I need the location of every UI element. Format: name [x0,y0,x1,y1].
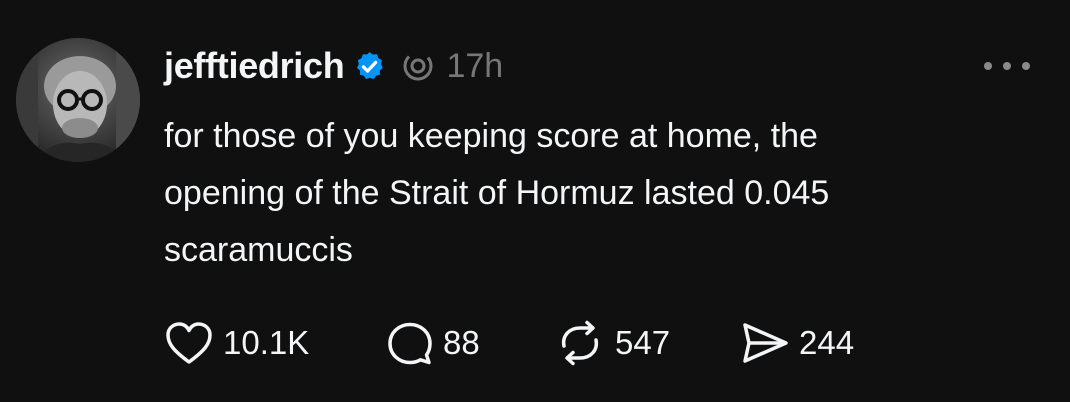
timestamp: 17h [446,46,504,85]
post-text-line: scaramuccis [164,231,353,269]
post-header: jefftiedrich 17h [164,42,503,90]
post-text-line: opening of the Strait of Hormuz lasted 0… [164,174,830,212]
avatar-image [16,38,140,162]
avatar[interactable] [16,38,140,162]
like-button[interactable]: 10.1K [164,320,386,366]
action-bar: 10.1K 88 547 244 [164,318,890,368]
more-horizontal-icon [984,62,992,70]
thread-post: jefftiedrich 17h for those of you keepin… [0,0,1070,402]
heart-icon [166,322,212,364]
post-text-line: for those of you keeping score at home, … [164,117,818,155]
more-options-button[interactable] [984,52,1030,80]
like-count: 10.1K [223,324,310,361]
share-count: 244 [799,324,855,361]
repost-count: 547 [615,324,671,361]
reply-count: 88 [443,324,480,361]
verified-badge-icon [353,50,386,83]
username[interactable]: jefftiedrich [164,45,345,87]
post-text: for those of you keeping score at home, … [164,108,1044,279]
share-button[interactable]: 244 [740,320,890,366]
repost-button[interactable]: 547 [554,320,740,366]
comment-bubble-icon [388,322,432,365]
send-icon [743,323,788,363]
threads-logo-icon [400,48,436,84]
reply-button[interactable]: 88 [386,320,554,366]
repost-arrows-icon [561,320,599,366]
